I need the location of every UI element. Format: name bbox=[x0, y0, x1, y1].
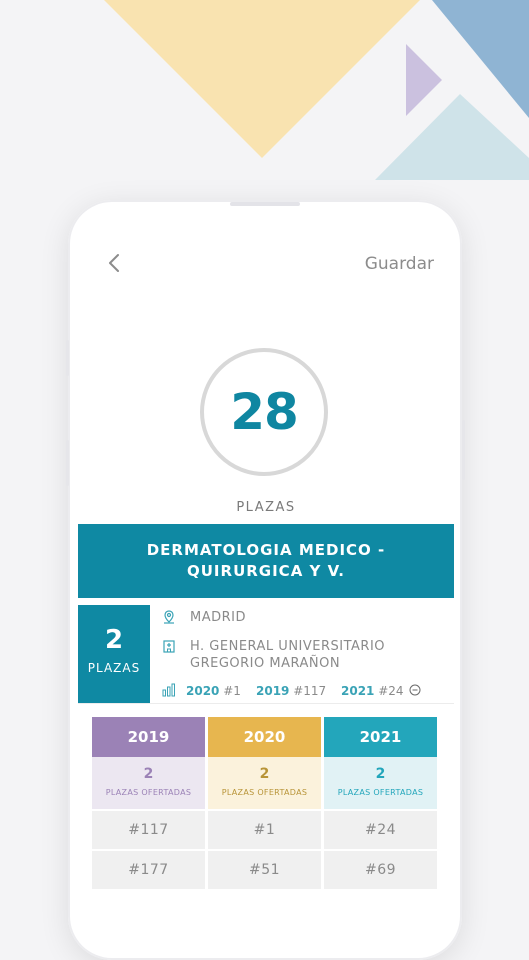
year-header: 2021 bbox=[324, 717, 437, 757]
year-plazas-number: 2 bbox=[259, 766, 270, 782]
specialty-title: DERMATOLOGIA MEDICO - QUIRURGICA Y V. bbox=[78, 524, 454, 598]
bar-chart-icon bbox=[162, 683, 175, 697]
history-rank: #117 bbox=[293, 684, 327, 698]
table-cell: #24 bbox=[324, 811, 437, 849]
table-cell: #69 bbox=[324, 851, 437, 889]
hospital-plazas-label: PLAZAS bbox=[87, 661, 141, 675]
history-rank: #24 bbox=[378, 684, 404, 698]
history-year: 2020 bbox=[186, 684, 220, 698]
total-plazas-label: PLAZAS bbox=[236, 500, 296, 515]
total-plazas-ring: 28 bbox=[200, 348, 328, 476]
history-rank: #1 bbox=[223, 684, 241, 698]
year-plazas-cell: 2 PLAZAS OFERTADAS bbox=[92, 757, 205, 809]
year-plazas-label: PLAZAS OFERTADAS bbox=[337, 788, 424, 797]
decorative-triangles bbox=[104, 0, 529, 180]
year-column-2020: 2020 2 PLAZAS OFERTADAS #1 #51 bbox=[208, 717, 321, 889]
hospital-info-card: 2 PLAZAS MADRID H. GENERAL UNIVERSITARIO… bbox=[78, 605, 454, 704]
year-plazas-cell: 2 PLAZAS OFERTADAS bbox=[324, 757, 437, 809]
history-item: 2021 #24 bbox=[341, 684, 404, 698]
hospital-city: MADRID bbox=[190, 610, 246, 625]
year-header: 2019 bbox=[92, 717, 205, 757]
history-item: 2019 #117 bbox=[256, 684, 326, 698]
hospital-building-icon bbox=[163, 640, 175, 653]
year-plazas-cell: 2 PLAZAS OFERTADAS bbox=[208, 757, 321, 809]
year-plazas-number: 2 bbox=[375, 766, 386, 782]
chevron-left-icon bbox=[109, 254, 119, 272]
hospital-plazas-count: 2 bbox=[104, 625, 124, 655]
hospital-plazas-box: 2 PLAZAS bbox=[78, 605, 150, 703]
year-column-2019: 2019 2 PLAZAS OFERTADAS #117 #177 bbox=[92, 717, 205, 889]
table-cell: #117 bbox=[92, 811, 205, 849]
phone-side-button bbox=[462, 420, 465, 480]
phone-side-button bbox=[66, 340, 69, 376]
table-cell: #177 bbox=[92, 851, 205, 889]
year-header: 2020 bbox=[208, 717, 321, 757]
back-button[interactable] bbox=[104, 252, 126, 274]
year-plazas-label: PLAZAS OFERTADAS bbox=[221, 788, 308, 797]
phone-side-button bbox=[66, 440, 69, 486]
save-button[interactable]: Guardar bbox=[365, 254, 434, 274]
hospital-name-line1: H. GENERAL UNIVERSITARIO bbox=[190, 639, 386, 654]
location-pin-icon bbox=[164, 610, 174, 624]
year-column-2021: 2021 2 PLAZAS OFERTADAS #24 #69 bbox=[324, 717, 437, 889]
history-item: 2020 #1 bbox=[186, 684, 241, 698]
app-screen: Guardar 28 PLAZAS DERMATOLOGIA MEDICO - … bbox=[78, 214, 454, 914]
table-cell: #1 bbox=[208, 811, 321, 849]
phone-speaker bbox=[230, 202, 300, 206]
year-plazas-label: PLAZAS OFERTADAS bbox=[105, 788, 192, 797]
year-plazas-number: 2 bbox=[143, 766, 154, 782]
total-plazas-number: 28 bbox=[230, 383, 299, 441]
collapse-minus-icon[interactable] bbox=[409, 684, 421, 696]
hospital-name-line2: GREGORIO MARAÑON bbox=[190, 656, 341, 671]
history-year: 2019 bbox=[256, 684, 290, 698]
table-cell: #51 bbox=[208, 851, 321, 889]
history-year: 2021 bbox=[341, 684, 375, 698]
